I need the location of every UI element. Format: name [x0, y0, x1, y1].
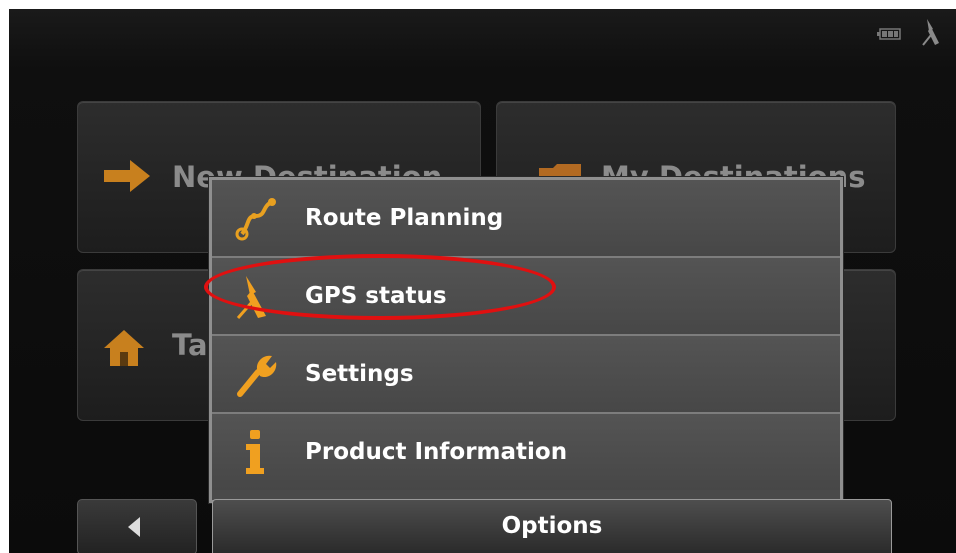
- settings-label: Settings: [305, 361, 414, 387]
- menu-item-route-planning[interactable]: Route Planning: [212, 180, 840, 258]
- arrow-right-icon: [104, 160, 150, 192]
- home-icon: [104, 330, 144, 366]
- product-information-label: Product Information: [305, 439, 568, 465]
- status-bar: [9, 9, 956, 69]
- options-button[interactable]: Options: [212, 499, 892, 553]
- chevron-left-icon: [128, 517, 140, 537]
- menu-item-product-information[interactable]: Product Information: [212, 414, 840, 490]
- highlight-annotation: [204, 254, 556, 320]
- route-planning-label: Route Planning: [305, 205, 504, 231]
- info-icon: [246, 430, 264, 474]
- options-label: Options: [501, 513, 603, 539]
- wrench-icon: [237, 355, 277, 397]
- options-menu: Route Planning GPS status Settings Produ…: [209, 177, 843, 503]
- back-button[interactable]: [77, 499, 197, 553]
- gps-signal-icon: [922, 19, 939, 46]
- navigation-screen: New Destination My Destinations Take Me …: [9, 9, 956, 553]
- battery-icon: [877, 28, 901, 40]
- menu-item-settings[interactable]: Settings: [212, 336, 840, 414]
- route-icon: [235, 198, 276, 241]
